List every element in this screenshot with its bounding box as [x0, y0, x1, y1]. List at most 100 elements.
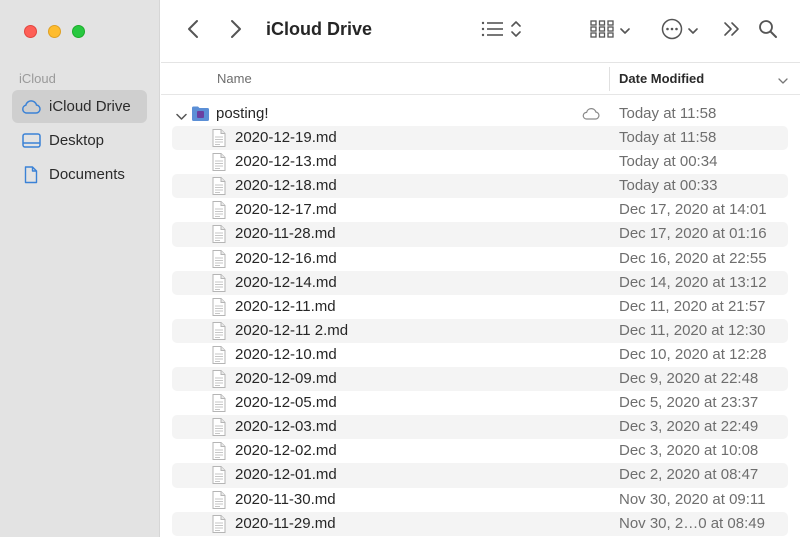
document-icon [212, 273, 226, 296]
file-name: 2020-11-29.md [235, 514, 336, 532]
minimize-window-button[interactable] [48, 25, 61, 38]
document-icon [212, 466, 226, 488]
column-header: Name Date Modified [161, 63, 800, 95]
date-modified: Today at 00:33 [619, 177, 718, 195]
chevron-down-icon [620, 22, 630, 40]
double-chevron-icon [723, 21, 741, 42]
file-row[interactable]: 2020-11-29.md Nov 30, 2…0 at 08:49 [172, 511, 788, 537]
date-modified: Dec 17, 2020 at 14:01 [619, 201, 767, 219]
folder-icon [191, 105, 210, 126]
file-name: 2020-12-11.md [235, 297, 336, 315]
list-view-icon [481, 21, 505, 42]
document-icon [212, 370, 226, 392]
file-name: 2020-12-01.md [235, 466, 337, 484]
file-row[interactable]: 2020-12-02.md Dec 3, 2020 at 10:08 [172, 439, 788, 463]
chevron-right-icon [230, 19, 242, 44]
file-row[interactable]: 2020-12-03.md Dec 3, 2020 at 22:49 [172, 415, 788, 440]
date-modified: Dec 10, 2020 at 12:28 [619, 345, 767, 363]
sidebar-item-label: Documents [49, 166, 125, 183]
file-row[interactable]: 2020-12-05.md Dec 5, 2020 at 23:37 [172, 391, 788, 415]
file-row[interactable]: 2020-12-09.md Dec 9, 2020 at 22:48 [172, 367, 788, 392]
desktop-icon [21, 132, 41, 150]
document-icon [21, 165, 41, 184]
document-icon [212, 345, 226, 368]
back-button[interactable] [181, 18, 205, 44]
cloud-icon [21, 98, 41, 116]
file-row[interactable]: 2020-12-16.md Dec 16, 2020 at 22:55 [172, 247, 788, 271]
document-icon [212, 153, 226, 175]
date-modified: Dec 11, 2020 at 21:57 [619, 297, 766, 315]
file-name: 2020-11-28.md [235, 225, 336, 243]
file-list: posting! Today at 11:58 2020-12-19.md To… [161, 102, 800, 536]
zoom-window-button[interactable] [72, 25, 85, 38]
chevron-left-icon [187, 19, 199, 44]
date-modified: Dec 17, 2020 at 01:16 [619, 225, 767, 243]
column-name-header[interactable]: Name [217, 71, 252, 86]
document-icon [212, 225, 226, 247]
sidebar-section-title: iCloud [19, 71, 56, 86]
chevron-down-icon [687, 22, 698, 40]
document-icon [212, 394, 226, 416]
file-row[interactable]: 2020-11-28.md Dec 17, 2020 at 01:16 [172, 222, 788, 247]
column-divider[interactable] [609, 67, 610, 91]
date-modified: Dec 9, 2020 at 22:48 [619, 370, 759, 388]
file-name: 2020-12-19.md [235, 129, 337, 147]
group-button[interactable] [587, 18, 633, 44]
file-row[interactable]: 2020-12-13.md Today at 00:34 [172, 150, 788, 174]
date-modified: Dec 5, 2020 at 23:37 [619, 394, 759, 412]
file-row[interactable]: 2020-12-17.md Dec 17, 2020 at 14:01 [172, 198, 788, 222]
file-row[interactable]: 2020-12-18.md Today at 00:33 [172, 174, 788, 199]
sort-chevron-icon[interactable] [778, 73, 788, 88]
file-name: 2020-12-03.md [235, 418, 337, 436]
cloud-icon [582, 107, 600, 124]
document-icon [212, 129, 226, 151]
document-icon [212, 442, 226, 464]
file-name: posting! [216, 105, 269, 122]
sidebar-item-documents[interactable]: Documents [12, 158, 147, 191]
sidebar-item-icloud-drive[interactable]: iCloud Drive [12, 90, 147, 123]
file-name: 2020-12-05.md [235, 394, 337, 412]
file-name: 2020-11-30.md [235, 490, 336, 508]
file-name: 2020-12-18.md [235, 177, 337, 195]
file-row[interactable]: 2020-12-01.md Dec 2, 2020 at 08:47 [172, 463, 788, 488]
document-icon [212, 177, 226, 199]
document-icon [212, 490, 226, 513]
file-name: 2020-12-02.md [235, 442, 337, 460]
folder-row[interactable]: posting! Today at 11:58 [172, 102, 788, 126]
action-button[interactable] [657, 18, 701, 44]
close-window-button[interactable] [24, 25, 37, 38]
file-row[interactable]: 2020-11-30.md Nov 30, 2020 at 09:11 [172, 488, 788, 512]
date-modified: Today at 11:58 [619, 105, 717, 122]
sidebar-item-label: iCloud Drive [49, 98, 131, 115]
file-row[interactable]: 2020-12-11 2.md Dec 11, 2020 at 12:30 [172, 318, 788, 343]
search-icon [758, 19, 778, 44]
file-name: 2020-12-10.md [235, 345, 337, 363]
document-icon [212, 514, 226, 537]
updown-chevron-icon [511, 20, 521, 43]
toolbar: iCloud Drive [161, 0, 800, 63]
sidebar-item-label: Desktop [49, 132, 105, 149]
file-row[interactable]: 2020-12-10.md Dec 10, 2020 at 12:28 [172, 343, 788, 367]
forward-button[interactable] [224, 18, 248, 44]
date-modified: Dec 2, 2020 at 08:47 [619, 466, 759, 484]
view-options-button[interactable] [477, 18, 525, 44]
finder-window: iCloud iCloud Drive Desktop Documents iC… [0, 0, 800, 537]
file-row[interactable]: 2020-12-11.md Dec 11, 2020 at 21:57 [172, 295, 788, 319]
file-name: 2020-12-16.md [235, 249, 337, 267]
file-row[interactable]: 2020-12-19.md Today at 11:58 [172, 126, 788, 151]
more-icon [661, 18, 683, 45]
toolbar-overflow-button[interactable] [719, 18, 745, 44]
date-modified: Dec 16, 2020 at 22:55 [619, 249, 767, 267]
file-name: 2020-12-09.md [235, 370, 337, 388]
file-name: 2020-12-14.md [235, 273, 337, 291]
search-button[interactable] [755, 18, 781, 44]
date-modified: Today at 11:58 [619, 129, 717, 147]
column-date-header[interactable]: Date Modified [619, 71, 704, 86]
document-icon [212, 418, 226, 440]
sidebar-item-desktop[interactable]: Desktop [12, 124, 147, 157]
date-modified: Dec 14, 2020 at 13:12 [619, 273, 767, 291]
file-name: 2020-12-17.md [235, 201, 337, 219]
date-modified: Dec 3, 2020 at 10:08 [619, 442, 759, 460]
disclosure-chevron-icon[interactable] [176, 108, 187, 125]
file-row[interactable]: 2020-12-14.md Dec 14, 2020 at 13:12 [172, 270, 788, 296]
